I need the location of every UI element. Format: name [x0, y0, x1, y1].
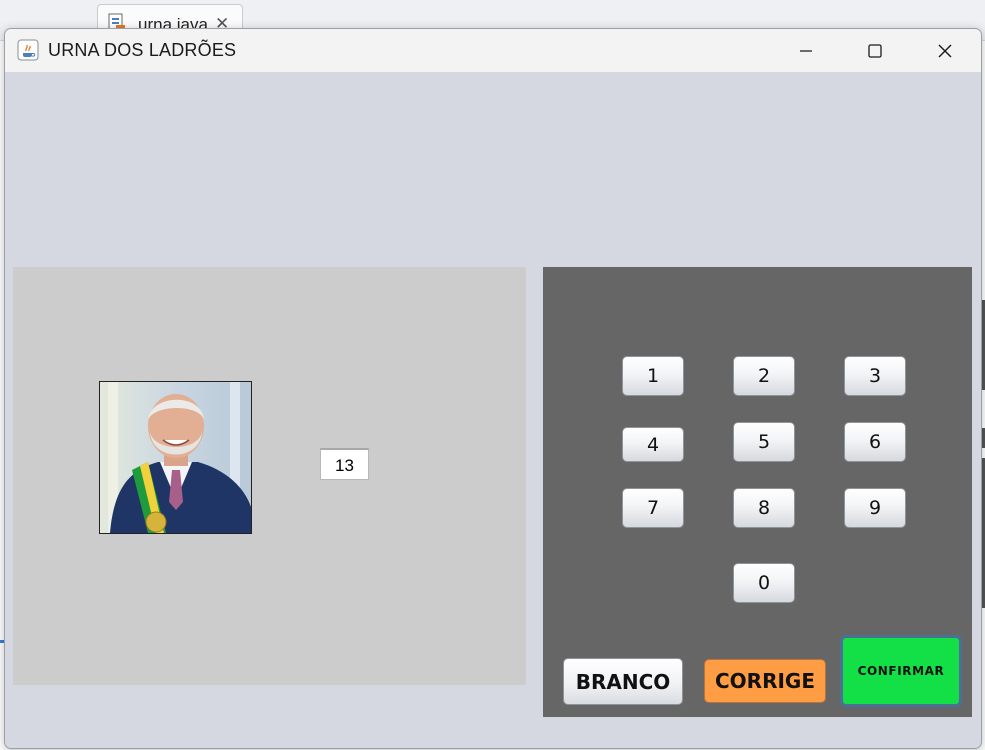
close-icon: [938, 44, 952, 57]
window-title: URNA DOS LADRÕES: [48, 40, 237, 60]
key-5[interactable]: 5: [733, 422, 795, 462]
branco-button[interactable]: BRANCO: [563, 658, 683, 705]
key-3[interactable]: 3: [844, 356, 906, 396]
minimize-button[interactable]: [771, 29, 841, 72]
corrige-button[interactable]: CORRIGE: [704, 659, 826, 703]
key-9[interactable]: 9: [844, 488, 906, 528]
candidate-panel: 13: [13, 267, 526, 685]
key-1[interactable]: 1: [622, 356, 684, 396]
confirmar-button[interactable]: CONFIRMAR: [840, 635, 962, 707]
key-4[interactable]: 4: [622, 427, 684, 462]
candidate-number-field[interactable]: 13: [320, 448, 369, 480]
candidate-portrait: [100, 382, 251, 533]
java-app-icon: [17, 39, 39, 61]
urna-window: URNA DOS LADRÕES 13 1 2 3 4 5 6 7 8 9 0 …: [4, 28, 982, 749]
key-7[interactable]: 7: [622, 488, 684, 528]
maximize-button[interactable]: [840, 29, 910, 72]
minimize-icon: [800, 49, 812, 52]
close-button[interactable]: [910, 29, 980, 72]
candidate-photo: [99, 381, 252, 534]
key-0[interactable]: 0: [733, 563, 795, 603]
maximize-icon: [868, 43, 882, 58]
keypad-panel: 1 2 3 4 5 6 7 8 9 0 BRANCO CORRIGE CONFI…: [543, 267, 972, 717]
key-6[interactable]: 6: [844, 422, 906, 462]
key-8[interactable]: 8: [733, 488, 795, 528]
key-2[interactable]: 2: [733, 356, 795, 396]
title-bar[interactable]: URNA DOS LADRÕES: [5, 29, 981, 72]
